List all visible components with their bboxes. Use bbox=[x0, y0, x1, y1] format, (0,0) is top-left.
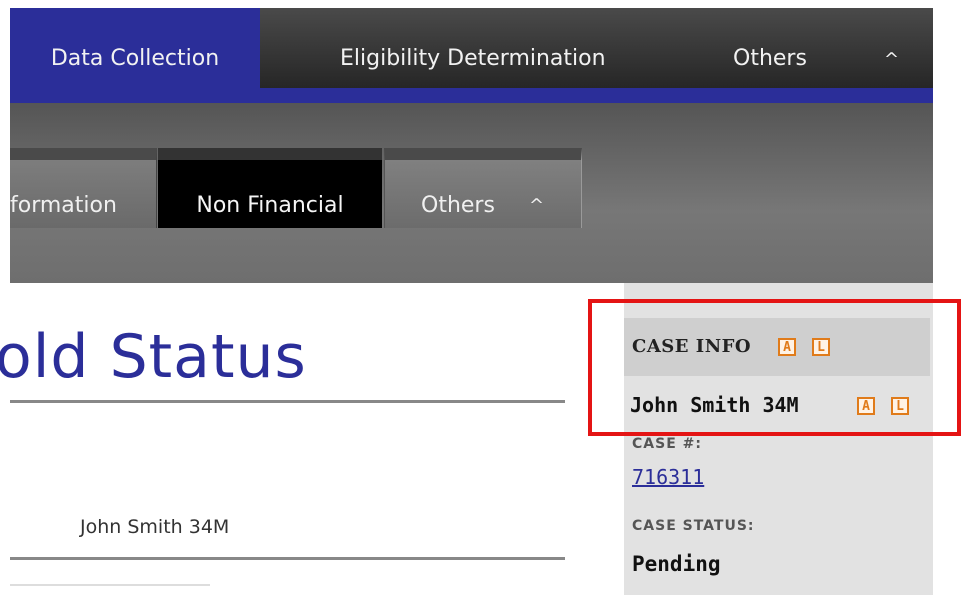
tab-label: Data Collection bbox=[50, 46, 220, 71]
case-number-link[interactable]: 716311 bbox=[632, 465, 704, 489]
member-name: John Smith 34M bbox=[80, 516, 230, 538]
case-status-label: CASE STATUS: bbox=[632, 518, 755, 534]
row-divider bbox=[10, 584, 210, 586]
page-title: hold Status bbox=[0, 322, 307, 392]
tab-label: Eligibility Determination bbox=[340, 46, 606, 71]
caret-up-icon: ^ bbox=[529, 195, 545, 216]
subtab-information[interactable]: formation bbox=[10, 148, 157, 228]
subtab-label: formation bbox=[10, 193, 117, 218]
member-divider bbox=[10, 557, 565, 560]
case-status-value: Pending bbox=[632, 552, 721, 576]
subtab-non-financial[interactable]: Non Financial bbox=[158, 148, 382, 228]
subtab-label: Others bbox=[421, 193, 495, 218]
top-nav-underline bbox=[10, 88, 933, 103]
subtab-label: Non Financial bbox=[196, 193, 344, 218]
tab-data-collection[interactable]: Data Collection bbox=[10, 8, 260, 88]
case-number-label: CASE #: bbox=[632, 436, 702, 452]
highlight-frame bbox=[588, 299, 961, 436]
tab-others[interactable]: Others bbox=[733, 8, 807, 88]
caret-up-icon[interactable]: ^ bbox=[884, 8, 899, 88]
title-divider bbox=[10, 400, 565, 403]
tab-label: Others bbox=[733, 46, 807, 71]
tab-eligibility-determination[interactable]: Eligibility Determination bbox=[340, 8, 606, 88]
subtab-others[interactable]: Others ^ bbox=[384, 148, 582, 228]
